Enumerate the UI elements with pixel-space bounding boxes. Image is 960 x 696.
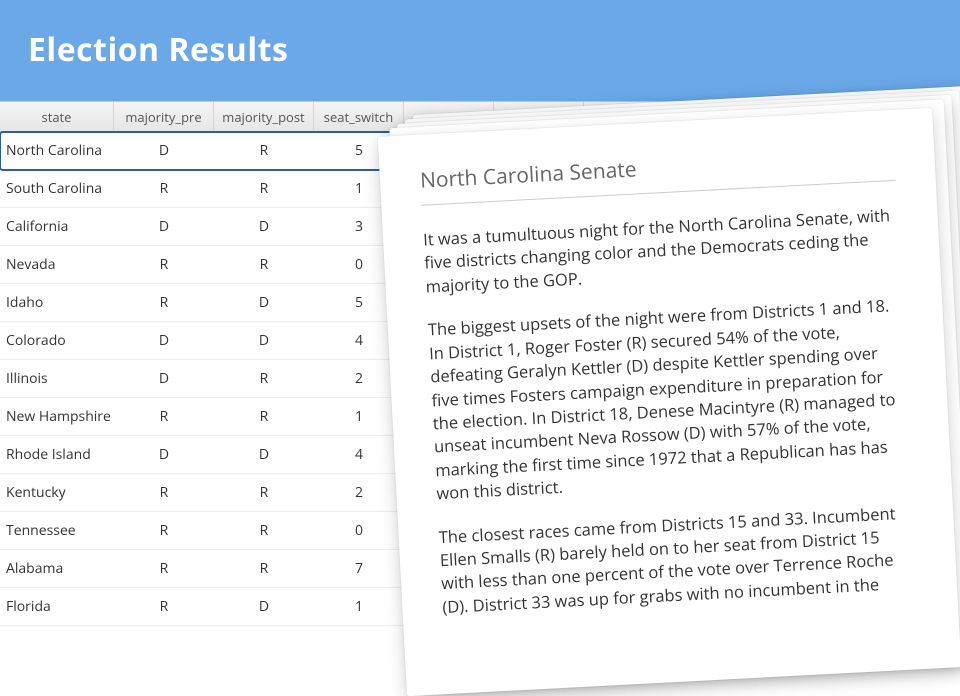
cell: 4 [314,436,404,473]
col-majority-post[interactable]: majority_post [214,102,314,131]
cell: R [214,132,314,169]
cell: R [214,550,314,587]
cell: R [114,588,214,625]
cell: D [214,208,314,245]
cell: Illinois [0,360,114,397]
card-paragraph: The closest races came from Districts 15… [438,500,917,618]
cell: 2 [314,474,404,511]
cell: R [214,512,314,549]
cell: California [0,208,114,245]
cell: 1 [314,398,404,435]
cell: Florida [0,588,114,625]
cell: D [214,588,314,625]
cell: D [114,360,214,397]
cell: 0 [314,512,404,549]
cell: R [114,246,214,283]
cell: Alabama [0,550,114,587]
cell: R [214,246,314,283]
card-paragraph: It was a tumultuous night for the North … [423,203,901,298]
cell: Idaho [0,284,114,321]
cell: D [214,322,314,359]
cell: R [214,170,314,207]
cell: D [114,322,214,359]
col-state[interactable]: state [0,102,114,131]
cell: Rhode Island [0,436,114,473]
cell: D [114,132,214,169]
cell: D [114,208,214,245]
cell: Colorado [0,322,114,359]
cell: R [114,512,214,549]
cell: R [214,474,314,511]
cell: D [114,436,214,473]
card-title: North Carolina Senate [419,142,895,206]
cell: R [114,474,214,511]
card-stack: North Carolina Senate It was a tumultuou… [392,122,957,642]
cell: R [114,170,214,207]
cell: Kentucky [0,474,114,511]
page-header: Election Results [0,0,960,101]
col-seat-switch[interactable]: seat_switch [314,102,404,131]
page-title: Election Results [28,28,932,71]
cell: Nevada [0,246,114,283]
col-majority-pre[interactable]: majority_pre [114,102,214,131]
cell: R [214,398,314,435]
cell: R [114,550,214,587]
cell: North Carolina [0,132,114,169]
cell: 1 [314,588,404,625]
detail-card[interactable]: North Carolina Senate It was a tumultuou… [378,108,960,696]
cell: South Carolina [0,170,114,207]
cell: Tennessee [0,512,114,549]
cell: D [214,436,314,473]
cell: R [114,284,214,321]
cell: R [114,398,214,435]
cell: R [214,360,314,397]
cell: D [214,284,314,321]
cell: New Hampshire [0,398,114,435]
card-paragraph: The biggest upsets of the night were fro… [427,293,911,505]
cell: 7 [314,550,404,587]
